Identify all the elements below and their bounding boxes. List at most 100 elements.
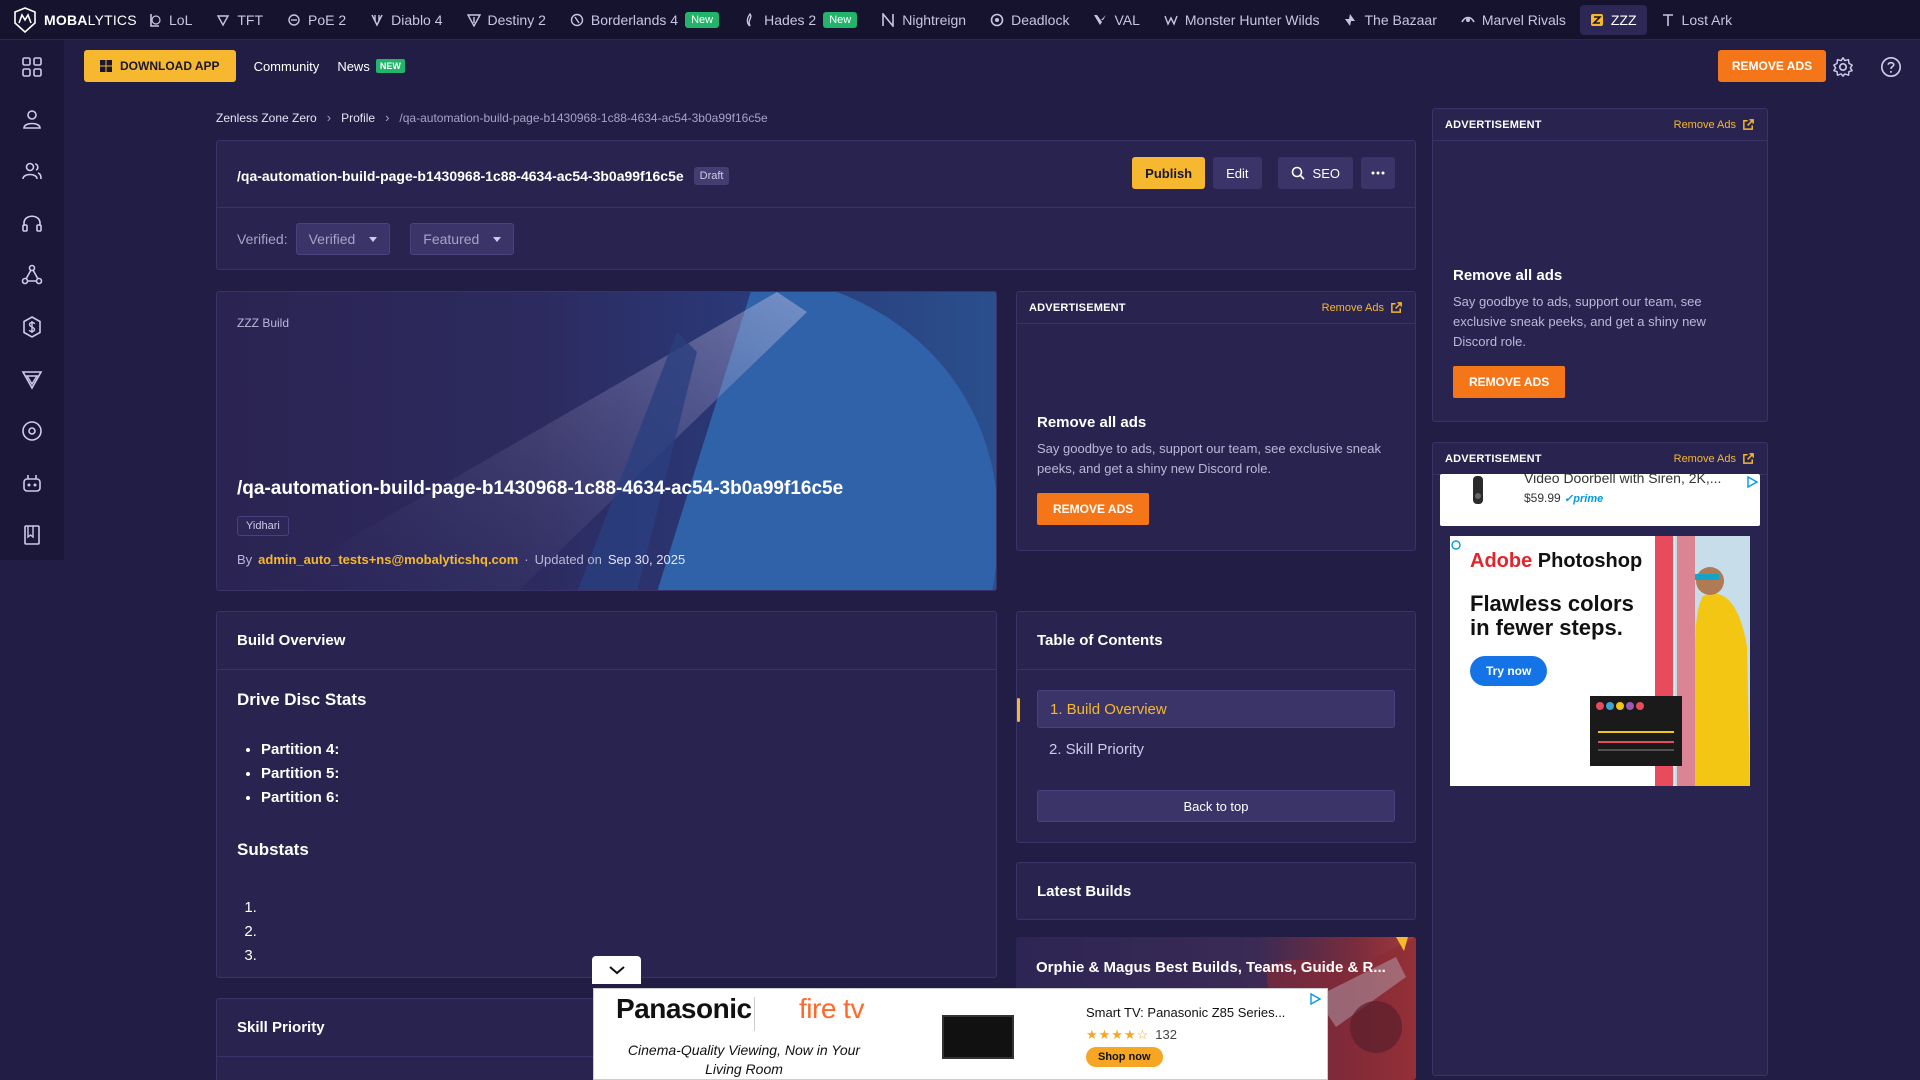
game-tab-nightreign[interactable]: Nightreign (871, 5, 976, 35)
adobe-photoshop-ad[interactable]: Adobe Photoshop Flawless colors in fewer… (1450, 536, 1750, 786)
try-now-button[interactable]: Try now (1470, 656, 1548, 686)
amazon-product-title: Video Doorbell with Siren, 2K,... (1524, 474, 1722, 486)
game-tab-destiny-2[interactable]: Destiny 2 (457, 5, 556, 35)
destiny2-icon (466, 13, 481, 27)
adobe-brand: Adobe Photoshop (1470, 550, 1642, 573)
more-icon (1371, 171, 1385, 175)
shop-now-button[interactable]: Shop now (1086, 1047, 1163, 1067)
sidebar-item-network[interactable] (20, 262, 44, 288)
book-icon (24, 525, 40, 545)
ad-label: ADVERTISEMENT (1445, 452, 1542, 465)
game-list: LoL TFT PoE 2 Diablo 4 Destiny 2 Borderlands … (138, 4, 1743, 35)
remove-ads-link[interactable]: Remove Ads (1322, 301, 1403, 314)
gear-icon[interactable] (1832, 56, 1854, 78)
list-item: Partition 5: (261, 762, 339, 786)
breadcrumb-item[interactable]: Profile (341, 111, 375, 125)
news-label: News (337, 58, 370, 74)
list-item: Partition 4: (261, 738, 339, 762)
chevron-down-icon (608, 966, 625, 975)
caret-down-icon (369, 236, 378, 242)
collapse-ad-button[interactable] (592, 956, 641, 984)
game-tab-marvel-rivals[interactable]: Marvel Rivals (1451, 5, 1576, 35)
game-tab-lol[interactable]: LoL (138, 5, 202, 35)
character-chip[interactable]: Yidhari (237, 516, 289, 536)
download-app-button[interactable]: DOWNLOAD APP (84, 50, 236, 82)
sidebar-item-book[interactable] (20, 522, 44, 548)
grid-icon (22, 57, 42, 77)
featured-dropdown[interactable]: Featured (410, 223, 515, 255)
remove-ads-button[interactable]: REMOVE ADS (1037, 493, 1150, 525)
remove-ads-link[interactable]: Remove Ads (1674, 118, 1755, 131)
adobe-tagline: Flawless colors in fewer steps. (1470, 591, 1634, 640)
game-tab-label: Hades 2 (764, 11, 817, 28)
amazon-price: $59.99 (1524, 491, 1561, 505)
remove-ads-button[interactable]: REMOVE ADS (1453, 366, 1566, 398)
game-tab-diablo-4[interactable]: Diablo 4 (360, 5, 452, 35)
build-overview-panel: Build Overview Drive Disc Stats Partitio… (216, 611, 997, 978)
toc-item-skill-priority[interactable]: 2. Skill Priority (1037, 730, 1395, 768)
substats-heading: Substats (237, 840, 309, 859)
edit-button[interactable]: Edit (1213, 157, 1262, 189)
breadcrumb-item[interactable]: Zenless Zone Zero (216, 111, 317, 125)
nightreign-icon (882, 12, 895, 27)
sidebar-item-headset[interactable] (20, 210, 44, 236)
publish-button[interactable]: Publish (1132, 157, 1206, 189)
game-tab-label: LoL (169, 11, 193, 28)
sidebar-item-friends[interactable] (20, 158, 44, 184)
sidebar-item-robot[interactable] (20, 470, 44, 496)
remove-ads-link-label: Remove Ads (1673, 118, 1736, 131)
bazaar-icon (1345, 13, 1356, 26)
top-navigation: MOBALYTICS LoL TFT PoE 2 Diablo 4 Destiny 2 B… (0, 0, 1920, 40)
game-tab-lost-ark[interactable]: Lost Ark (1651, 5, 1743, 35)
panasonic-banner-ad[interactable]: Panasonic fire tv Cinema-Quality Viewing… (593, 988, 1328, 1080)
mobalytics-logo[interactable]: MOBALYTICS (0, 6, 138, 33)
game-tab-poe-2[interactable]: PoE 2 (277, 5, 356, 35)
verified-dropdown[interactable]: Verified (295, 223, 391, 255)
ad-text: Say goodbye to ads, support our team, se… (1037, 441, 1381, 476)
partition-list: Partition 4: Partition 5: Partition 6: (261, 738, 339, 810)
toc-item-build-overview[interactable]: 1. Build Overview (1037, 690, 1395, 728)
breadcrumb: Zenless Zone Zero › Profile › /qa-automa… (216, 110, 768, 125)
game-tab-borderlands-4[interactable]: Borderlands 4 New (560, 5, 729, 35)
sidebar-item-disc[interactable] (20, 418, 44, 444)
seo-button[interactable]: SEO (1277, 157, 1353, 189)
ad-product-title: Smart TV: Panasonic Z85 Series... (1086, 1005, 1286, 1020)
new-badge: New (685, 11, 720, 28)
more-options-button[interactable] (1361, 157, 1395, 189)
help-icon[interactable] (1880, 56, 1902, 78)
game-tab-tft[interactable]: TFT (206, 5, 273, 35)
remove-ads-link[interactable]: Remove Ads (1674, 452, 1755, 465)
game-tab-val[interactable]: VAL (1083, 5, 1149, 35)
list-item: Partition 6: (261, 786, 339, 810)
left-sidebar (0, 40, 64, 560)
ad-choices-icon[interactable] (1746, 476, 1758, 488)
game-tab-deadlock[interactable]: Deadlock (980, 5, 1079, 35)
game-tab-label: ZZZ (1610, 11, 1637, 28)
news-link[interactable]: News NEW (337, 59, 405, 74)
build-card-title: Orphie & Magus Best Builds, Teams, Guide… (1036, 959, 1386, 976)
mhw-icon (1164, 15, 1178, 26)
sidebar-item-grid[interactable] (20, 54, 44, 80)
game-tab-label: Monster Hunter Wilds (1184, 11, 1320, 28)
remove-ads-button[interactable]: REMOVE ADS (1718, 50, 1826, 82)
ad-choices-icon[interactable] (1309, 993, 1321, 1005)
back-to-top-button[interactable]: Back to top (1037, 790, 1395, 822)
hades2-icon (746, 12, 752, 27)
game-tab-zzz[interactable]: ZZZ (1579, 4, 1647, 35)
hero-background-art (260, 292, 996, 590)
community-link[interactable]: Community (254, 59, 320, 74)
game-tab-hades-2[interactable]: Hades 2 New (733, 5, 867, 35)
sidebar-item-profile[interactable] (20, 106, 44, 132)
sidebar-item-currency[interactable] (20, 314, 44, 340)
game-tab-label: Destiny 2 (487, 11, 546, 28)
amazon-product-ad[interactable]: Video Doorbell with Siren, 2K,... $59.99… (1440, 474, 1760, 526)
game-tab-monster-hunter-wilds[interactable]: Monster Hunter Wilds (1154, 5, 1330, 35)
author-link[interactable]: admin_auto_tests+ns@mobalyticshq.com (258, 552, 518, 567)
chevron-right-icon: › (385, 110, 390, 125)
sidebar-item-triangle[interactable] (20, 366, 44, 392)
deadlock-icon (990, 13, 1004, 26)
network-icon (21, 264, 43, 285)
external-link-icon (1743, 119, 1754, 130)
game-tab-the-bazaar[interactable]: The Bazaar (1333, 5, 1446, 35)
external-link-icon (1391, 302, 1402, 313)
